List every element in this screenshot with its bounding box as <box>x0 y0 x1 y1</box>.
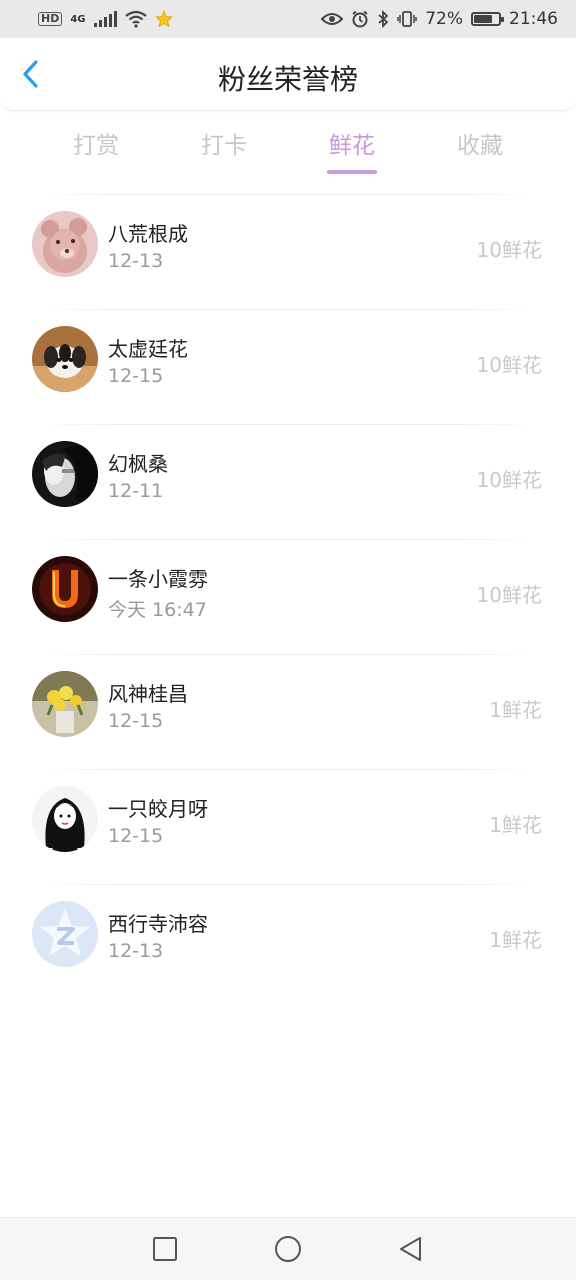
star-notification-icon <box>154 10 173 28</box>
fan-date: 12-13 <box>108 250 164 272</box>
avatar[interactable] <box>32 671 98 737</box>
clock: 21:46 <box>509 9 558 29</box>
network-label: 4G <box>70 13 86 25</box>
flower-count: 10鲜花 <box>476 353 542 377</box>
list-item[interactable]: 幻枫桑 12-11 10鲜花 <box>0 418 576 533</box>
flower-count: 10鲜花 <box>476 468 542 492</box>
divider <box>40 769 536 770</box>
alarm-icon <box>352 10 368 28</box>
divider <box>40 654 536 655</box>
status-left: HD 4G <box>38 10 173 28</box>
system-nav-bar <box>0 1217 576 1280</box>
list-item[interactable]: 一条小霞雰 今天 16:47 10鲜花 <box>0 533 576 648</box>
hd-badge: HD <box>38 12 63 26</box>
fan-name: 八荒根成 <box>108 222 188 246</box>
fan-name: 风神桂昌 <box>108 682 188 706</box>
avatar[interactable] <box>32 441 98 507</box>
wifi-icon <box>124 10 147 28</box>
bluetooth-icon <box>378 10 389 28</box>
flower-count: 10鲜花 <box>476 583 542 607</box>
avatar[interactable] <box>32 786 98 852</box>
vibrate-icon <box>397 11 417 27</box>
eye-icon <box>321 13 344 25</box>
flower-count: 1鲜花 <box>489 928 542 952</box>
back-triangle-icon[interactable] <box>396 1234 426 1264</box>
divider <box>40 539 536 540</box>
battery-icon <box>471 12 504 26</box>
fan-name: 太虚廷花 <box>108 337 188 361</box>
flower-count: 1鲜花 <box>489 698 542 722</box>
tab-favorites[interactable]: 收藏 <box>416 126 544 178</box>
battery-percent: 72% <box>425 9 463 29</box>
list-item[interactable]: 风神桂昌 12-15 1鲜花 <box>0 648 576 763</box>
fan-name: 西行寺沛容 <box>108 912 208 936</box>
list-item[interactable]: 太虚廷花 12-15 10鲜花 <box>0 303 576 418</box>
avatar[interactable] <box>32 211 98 277</box>
divider <box>40 194 536 195</box>
list-item[interactable]: 西行寺沛容 12-13 1鲜花 <box>0 878 576 993</box>
fan-date: 12-15 <box>108 825 164 847</box>
home-circle-icon[interactable] <box>273 1234 303 1264</box>
fan-date: 12-13 <box>108 940 164 962</box>
page-title: 粉丝荣誉榜 <box>217 63 358 96</box>
divider <box>40 309 536 310</box>
fan-date: 12-11 <box>108 480 164 502</box>
avatar[interactable] <box>32 326 98 392</box>
divider <box>40 424 536 425</box>
avatar[interactable] <box>32 901 98 967</box>
tab-checkin[interactable]: 打卡 <box>160 126 288 178</box>
divider <box>40 884 536 885</box>
tab-flowers[interactable]: 鲜花 <box>288 126 416 178</box>
status-bar: HD 4G 72% 21:46 <box>0 0 576 38</box>
fan-date: 12-15 <box>108 710 164 732</box>
list-item[interactable]: 一只皎月呀 12-15 1鲜花 <box>0 763 576 878</box>
avatar[interactable] <box>32 556 98 622</box>
signal-icon <box>93 11 117 27</box>
fan-name: 幻枫桑 <box>108 452 168 476</box>
tab-reward[interactable]: 打赏 <box>32 126 160 178</box>
fan-name: 一只皎月呀 <box>108 797 208 821</box>
flower-count: 10鲜花 <box>476 238 542 262</box>
header: 粉丝荣誉榜 <box>0 38 576 111</box>
fan-date: 今天 16:47 <box>108 599 207 621</box>
tab-bar: 打赏 打卡 鲜花 收藏 <box>32 126 544 178</box>
recent-apps-square-icon[interactable] <box>150 1234 180 1264</box>
status-right: 72% 21:46 <box>321 9 558 29</box>
fan-name: 一条小霞雰 <box>108 567 208 591</box>
fan-date: 12-15 <box>108 365 164 387</box>
list-item[interactable]: 八荒根成 12-13 10鲜花 <box>0 188 576 303</box>
flower-count: 1鲜花 <box>489 813 542 837</box>
fan-list: 八荒根成 12-13 10鲜花 太虚廷花 12-15 10鲜花 幻枫桑 12-1… <box>0 188 576 993</box>
